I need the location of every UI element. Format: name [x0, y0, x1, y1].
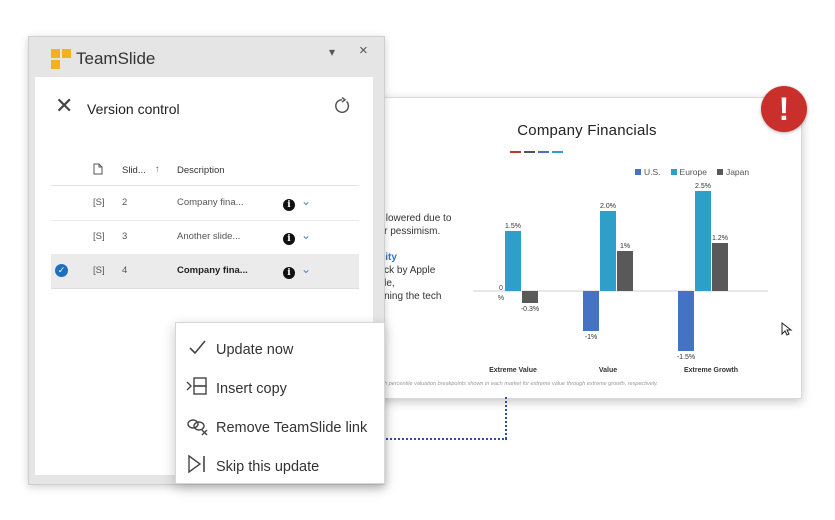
context-menu: Update now Insert copy Remove TeamSlide … [175, 322, 385, 484]
skip-icon [188, 454, 205, 474]
panel-title: Version control [87, 101, 180, 117]
alert-icon[interactable]: ! [761, 86, 807, 132]
x-tick-label: Extreme Value [489, 367, 537, 374]
sort-ascending-icon[interactable]: ↑ [155, 164, 160, 175]
menu-item-label: Update now [216, 342, 294, 358]
bar-data-label: 2.0% [600, 203, 616, 210]
document-icon [93, 163, 103, 175]
menu-item-label: Skip this update [216, 459, 320, 475]
pane-close-button[interactable]: × [359, 42, 368, 59]
row-slide-number: 4 [122, 265, 128, 276]
bar-japan [712, 243, 728, 291]
bar-us [583, 291, 599, 331]
bar-data-label: 1% [620, 243, 630, 250]
row-description: Another slide... [177, 231, 241, 242]
connector-line-vertical [505, 397, 507, 439]
bar-japan [617, 251, 633, 291]
info-icon[interactable]: i [283, 267, 295, 279]
menu-item-label: Remove TeamSlide link [216, 420, 368, 436]
column-header-slide-number[interactable]: Slid... [122, 165, 146, 176]
insert-copy-icon [186, 377, 207, 395]
close-icon[interactable]: ✕ [55, 95, 73, 117]
checkmark-icon [189, 340, 206, 355]
teamslide-logo-icon [51, 49, 71, 69]
app-name: TeamSlide [76, 49, 156, 68]
check-circle-icon[interactable]: ✓ [55, 264, 68, 277]
bar-data-label: -1.5% [677, 354, 695, 361]
bar-data-label: 2.5% [695, 183, 711, 190]
refresh-icon[interactable] [333, 97, 351, 115]
menu-item-update-now[interactable]: Update now [176, 327, 384, 366]
bar-data-label: 1.5% [505, 223, 521, 230]
connector-line-horizontal [383, 438, 507, 440]
info-icon[interactable]: i [283, 199, 295, 211]
row-slide-number: 3 [122, 231, 128, 242]
table-row[interactable]: [S] 3 Another slide... i ⌄ [51, 220, 359, 255]
row-description: Company fina... [177, 265, 248, 276]
unlink-icon [187, 419, 208, 436]
menu-item-label: Insert copy [216, 381, 287, 397]
pane-header: TeamSlide ▾ × [29, 37, 384, 75]
menu-item-remove-link[interactable]: Remove TeamSlide link [176, 405, 384, 444]
menu-item-skip-update[interactable]: Skip this update [176, 444, 384, 483]
row-type: [S] [93, 197, 105, 208]
y-unit-label: % [498, 295, 504, 302]
bar-europe [695, 191, 711, 291]
slide-footnote: ...th percentile valuation breakpoints s… [378, 381, 658, 387]
bar-us [678, 291, 694, 351]
bar-data-label: -0.3% [521, 306, 539, 313]
row-type: [S] [93, 231, 105, 242]
chevron-down-icon[interactable]: ⌄ [301, 194, 311, 208]
table-row-selected[interactable]: ✓ [S] 4 Company fina... i ⌄ [51, 254, 359, 289]
chevron-down-icon[interactable]: ⌄ [301, 228, 311, 242]
column-header-description[interactable]: Description [177, 165, 225, 176]
pane-options-dropdown[interactable]: ▾ [329, 45, 335, 59]
mouse-cursor-icon [781, 322, 793, 336]
slide-preview: Company Financials U.S. Europe Japan ks … [372, 97, 802, 399]
table-row[interactable]: [S] 2 Company fina... i ⌄ [51, 186, 359, 221]
y-tick-zero: 0 [499, 285, 503, 292]
row-type: [S] [93, 265, 105, 276]
x-tick-label: Value [599, 367, 617, 374]
bar-europe [600, 211, 616, 291]
x-tick-label: Extreme Growth [684, 367, 738, 374]
info-icon[interactable]: i [283, 233, 295, 245]
row-description: Company fina... [177, 197, 244, 208]
bar-data-label: -1% [585, 334, 597, 341]
chevron-down-icon[interactable]: ⌄ [301, 262, 311, 276]
menu-item-insert-copy[interactable]: Insert copy [176, 366, 384, 405]
row-slide-number: 2 [122, 197, 128, 208]
bar-data-label: 1.2% [712, 235, 728, 242]
bar-chart: 0% 1.5% -0.3% Extreme Value -1% 2.0% 1% Value -1… [473, 183, 768, 374]
bar-japan [522, 291, 538, 303]
bar-europe [505, 231, 521, 291]
